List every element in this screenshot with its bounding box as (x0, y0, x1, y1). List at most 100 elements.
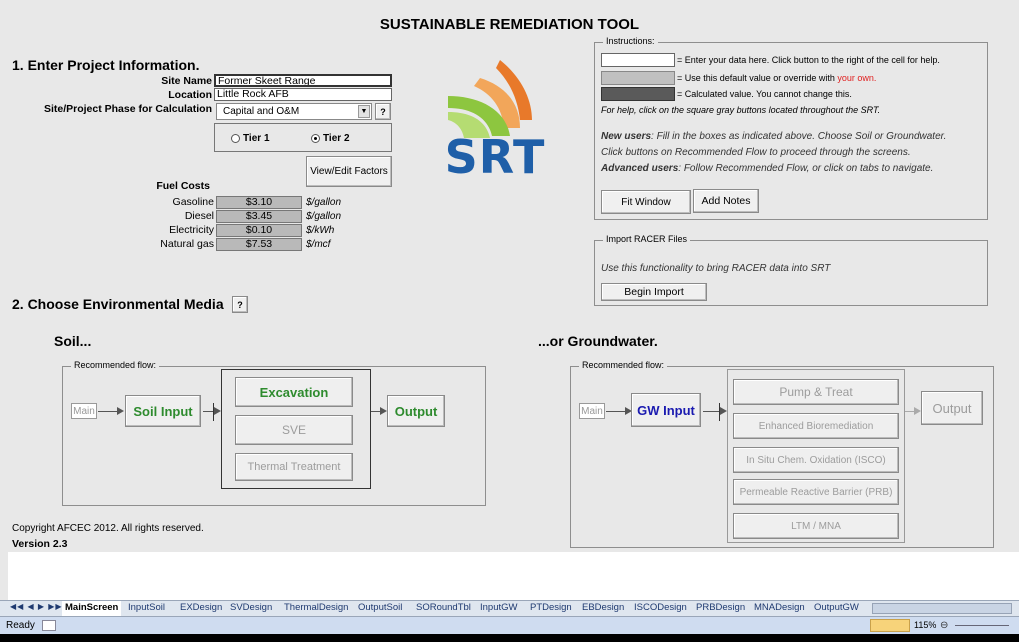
tab-inputgw[interactable]: InputGW (480, 601, 518, 616)
begin-import-button[interactable]: Begin Import (601, 283, 707, 301)
arrow-right-icon (380, 407, 387, 415)
isco-button[interactable]: In Situ Chem. Oxidation (ISCO) (733, 447, 899, 473)
prb-button[interactable]: Permeable Reactive Barrier (PRB) (733, 479, 899, 505)
fuel-unit-electricity: $/kWh (306, 225, 335, 236)
tab-ptdesign[interactable]: PTDesign (530, 601, 572, 616)
soil-main-link[interactable]: Main (71, 403, 97, 419)
horizontal-scrollbar[interactable] (872, 603, 1012, 614)
fuel-value-natural-gas[interactable]: $7.53 (216, 238, 302, 251)
tab-exdesign[interactable]: EXDesign (180, 601, 222, 616)
tab-prbdesign[interactable]: PRBDesign (696, 601, 745, 616)
racer-legend: Import RACER Files (603, 234, 691, 244)
excavation-button[interactable]: Excavation (235, 377, 353, 407)
location-field[interactable]: Little Rock AFB (214, 88, 392, 101)
arrow-right-icon (914, 407, 921, 415)
media-help-button[interactable]: ? (232, 296, 248, 313)
phase-label: Site/Project Phase for Calculation (43, 103, 212, 115)
soil-flow-legend: Recommended flow: (71, 360, 160, 370)
fuel-unit-natural-gas: $/mcf (306, 239, 331, 250)
pump-treat-button[interactable]: Pump & Treat (733, 379, 899, 405)
chevron-down-icon[interactable]: ▼ (358, 105, 370, 118)
tab-ebdesign[interactable]: EBDesign (582, 601, 624, 616)
tab-iscodesign[interactable]: ISCODesign (634, 601, 687, 616)
phase-help-button[interactable]: ? (375, 103, 391, 120)
instructions-line2-text: = Use this default value or override wit… (677, 73, 838, 83)
tab-thermaldesign[interactable]: ThermalDesign (284, 601, 348, 616)
legend-swatch-calculated (601, 87, 675, 101)
view-buttons-icon[interactable] (870, 619, 910, 632)
instructions-panel: Instructions: = Enter your data here. Cl… (594, 36, 988, 220)
site-name-field[interactable]: Former Skeet Range (214, 74, 392, 87)
arrow-line (606, 411, 626, 412)
fuel-costs-heading: Fuel Costs (156, 180, 210, 192)
version-text: Version 2.3 (12, 538, 68, 550)
instructions-line1: = Enter your data here. Click button to … (677, 55, 940, 65)
tab-nav-arrows-icon[interactable]: ◀◀ ◀ ▶ ▶▶ (10, 602, 63, 611)
zoom-slider[interactable] (955, 625, 1009, 626)
tab-mnadesign[interactable]: MNADesign (754, 601, 805, 616)
srt-logo-text: SRT (444, 130, 546, 184)
gw-main-link[interactable]: Main (579, 403, 605, 419)
fuel-label-diesel: Diesel (184, 210, 214, 222)
blank-cells (8, 552, 1019, 600)
sve-button[interactable]: SVE (235, 415, 353, 445)
instructions-legend: Instructions: (603, 36, 658, 46)
legend-swatch-input (601, 53, 675, 67)
zoom-out-icon[interactable]: ⊖ (940, 620, 948, 631)
tab-outputgw[interactable]: OutputGW (814, 601, 859, 616)
fuel-unit-gasoline: $/gallon (306, 197, 342, 208)
gw-flow-legend: Recommended flow: (579, 360, 668, 370)
soil-output-button[interactable]: Output (387, 395, 445, 427)
phase-select[interactable]: Capital and O&M ▼ (216, 103, 372, 120)
fit-window-button[interactable]: Fit Window (601, 190, 691, 214)
add-notes-button[interactable]: Add Notes (693, 189, 759, 213)
fuel-value-electricity[interactable]: $0.10 (216, 224, 302, 237)
macro-record-icon[interactable] (42, 620, 56, 631)
tab-soroundtbl[interactable]: SORoundTbl (416, 601, 471, 616)
sheet-tab-bar: ◀◀ ◀ ▶ ▶▶ MainScreen InputSoil EXDesign … (0, 600, 1019, 616)
soil-heading: Soil... (54, 333, 92, 349)
tab-svdesign[interactable]: SVDesign (230, 601, 272, 616)
fuel-value-diesel[interactable]: $3.45 (216, 210, 302, 223)
section1-heading: 1. Enter Project Information. (12, 57, 200, 73)
arrow-line (703, 411, 719, 412)
instructions-new-users: New users: Fill in the boxes as indicate… (601, 131, 946, 142)
gw-flow-panel: Recommended flow: Main GW Input Pump & T… (570, 360, 994, 548)
legend-swatch-default (601, 71, 675, 85)
ltm-mna-button[interactable]: LTM / MNA (733, 513, 899, 539)
site-name-label: Site Name (161, 75, 212, 87)
arrow-line (203, 411, 213, 412)
gw-output-button[interactable]: Output (921, 391, 983, 425)
section2-heading: 2. Choose Environmental Media (12, 296, 224, 312)
tab-inputsoil[interactable]: InputSoil (128, 601, 165, 616)
radio-selected-icon (311, 134, 320, 143)
view-edit-factors-button[interactable]: View/Edit Factors (306, 156, 392, 187)
new-users-text: : Fill in the boxes as indicated above. … (651, 131, 947, 142)
instructions-help-line: For help, click on the square gray butto… (601, 105, 881, 115)
thermal-treatment-button[interactable]: Thermal Treatment (235, 453, 353, 481)
arrow-right-icon (214, 407, 221, 415)
advanced-users-text: : Follow Recommended Flow, or click on t… (678, 163, 934, 174)
tier-group: Tier 1 Tier 2 (214, 123, 392, 152)
tab-outputsoil[interactable]: OutputSoil (358, 601, 402, 616)
tier1-label: Tier 1 (243, 133, 270, 144)
location-label: Location (168, 89, 212, 101)
srt-logo: SRT (440, 58, 550, 188)
enhanced-bioremediation-button[interactable]: Enhanced Bioremediation (733, 413, 899, 439)
instructions-line2-red: your own. (837, 73, 877, 83)
fuel-value-gasoline[interactable]: $3.10 (216, 196, 302, 209)
tab-mainscreen[interactable]: MainScreen (62, 601, 122, 616)
advanced-users-label: Advanced users (601, 163, 679, 174)
status-ready: Ready (6, 620, 35, 631)
tier2-radio[interactable]: Tier 2 (311, 133, 350, 144)
fuel-unit-diesel: $/gallon (306, 211, 342, 222)
fuel-label-electricity: Electricity (169, 224, 214, 236)
soil-input-button[interactable]: Soil Input (125, 395, 201, 427)
tier2-label: Tier 2 (323, 133, 350, 144)
arrow-right-icon (720, 407, 727, 415)
racer-panel: Import RACER Files Use this functionalit… (594, 234, 988, 306)
fuel-label-gasoline: Gasoline (172, 196, 214, 208)
gw-input-button[interactable]: GW Input (631, 393, 701, 427)
tier1-radio[interactable]: Tier 1 (231, 133, 270, 144)
phase-select-value: Capital and O&M (223, 106, 300, 117)
